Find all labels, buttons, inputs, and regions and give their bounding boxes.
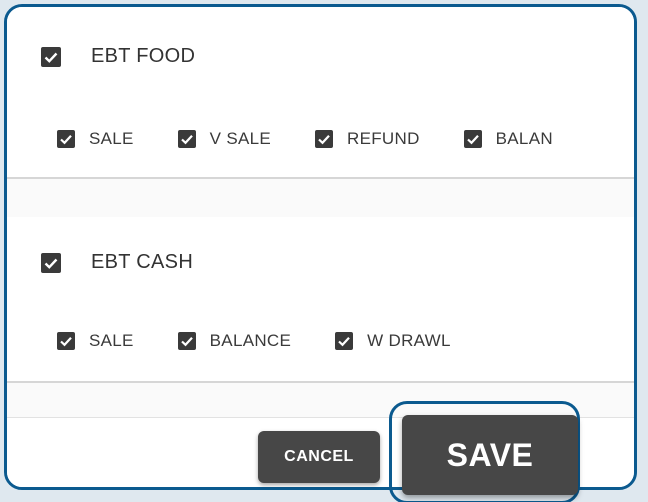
checkmark-icon [44,52,58,63]
ebt-cash-section: EBT CASH SALE BALANCE W DRAWL [7,217,634,383]
ebt-cash-withdrawal-label: W DRAWL [367,331,451,350]
ebt-cash-balance-label: BALANCE [209,331,292,350]
checkmark-icon [180,337,193,347]
ebt-cash-options: SALE BALANCE W DRAWL [57,331,495,351]
ebt-cash-header[interactable]: EBT CASH [41,251,193,274]
ebt-food-sale-checkbox[interactable] [57,130,75,148]
ebt-cash-balance-checkbox[interactable] [177,332,196,350]
ebt-food-sale-label: SALE [89,129,134,148]
ebt-food-refund-checkbox[interactable] [315,130,334,148]
checkmark-icon [44,258,58,269]
ebt-food-refund-label: REFUND [347,129,420,148]
ebt-food-balance-label: BALAN [495,129,553,148]
ebt-food-option-balance[interactable]: BALAN [463,129,553,149]
ebt-cash-sale-label: SALE [89,331,134,350]
ebt-food-label: EBT FOOD [91,45,196,67]
ebt-cash-option-balance[interactable]: BALANCE [177,331,292,351]
save-button[interactable]: SAVE [402,415,578,495]
ebt-cash-option-withdrawal[interactable]: W DRAWL [335,331,451,351]
ebt-food-section: EBT FOOD SALE V SALE REFUND BALAN [7,7,634,179]
checkmark-icon [60,135,72,145]
ebt-food-option-sale[interactable]: SALE [57,129,134,149]
ebt-cash-label: EBT CASH [91,251,194,273]
ebt-food-option-v-sale[interactable]: V SALE [177,129,272,149]
section-spacer [7,179,634,217]
ebt-cash-checkbox[interactable] [41,252,61,273]
ebt-food-options: SALE V SALE REFUND BALAN [57,129,597,149]
ebt-food-checkbox[interactable] [41,46,61,67]
ebt-food-v-sale-checkbox[interactable] [177,130,196,148]
stage: EBT FOOD SALE V SALE REFUND BALAN EBT CA… [0,0,648,502]
ebt-food-option-refund[interactable]: REFUND [315,129,420,149]
ebt-food-v-sale-label: V SALE [209,129,272,148]
checkmark-icon [180,135,193,145]
checkmark-icon [466,135,479,145]
ebt-food-balance-checkbox[interactable] [463,130,482,148]
ebt-cash-sale-checkbox[interactable] [57,332,75,350]
cancel-button[interactable]: CANCEL [258,431,380,483]
ebt-food-header[interactable]: EBT FOOD [41,45,195,68]
checkmark-icon [338,337,350,347]
ebt-cash-option-sale[interactable]: SALE [57,331,134,351]
ebt-cash-withdrawal-checkbox[interactable] [335,332,354,350]
checkmark-icon [318,135,330,145]
checkmark-icon [60,337,72,347]
